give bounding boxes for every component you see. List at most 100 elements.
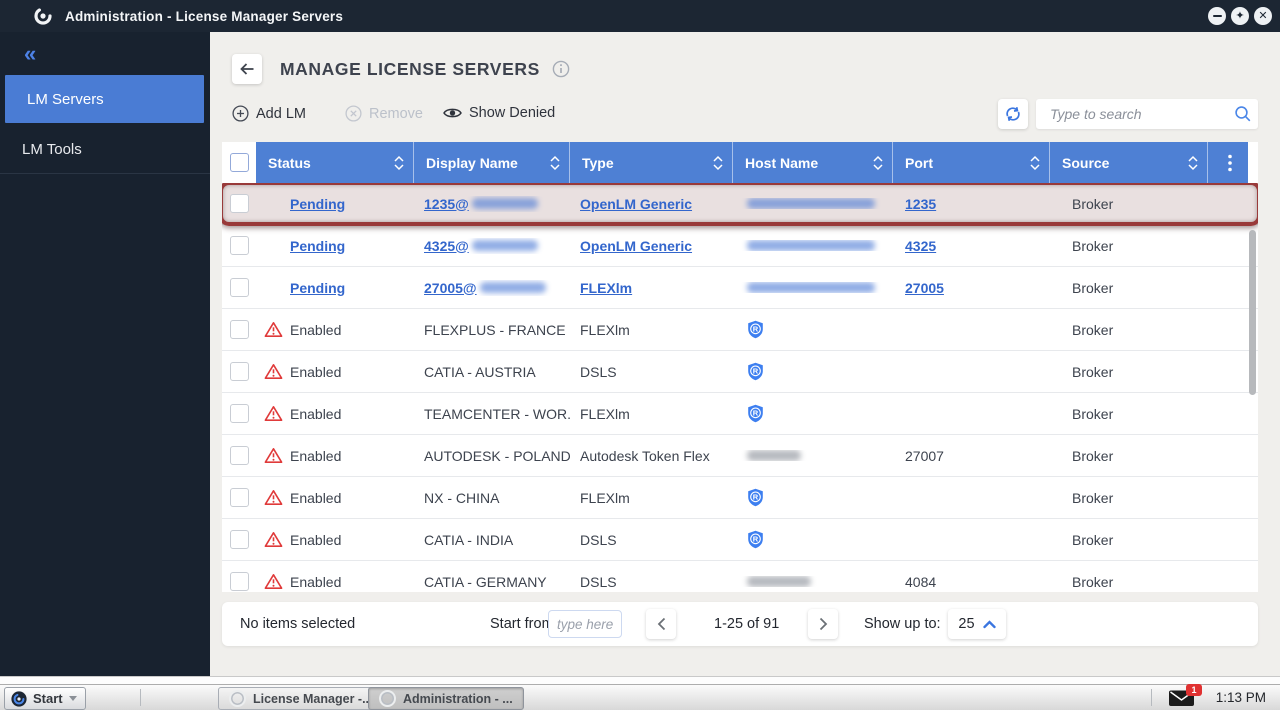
taskbar-divider [140,689,141,706]
column-header-display-name[interactable]: Display Name [414,142,570,183]
table-row[interactable]: Enabled CATIA - INDIA DSLS R Broker [222,519,1258,561]
source-cell: Broker [1050,490,1208,506]
warning-icon [264,363,290,380]
show-denied-button[interactable]: Show Denied [443,105,555,121]
mail-notification-icon[interactable]: 1 [1168,688,1195,710]
row-checkbox[interactable] [230,278,249,297]
previous-page-button[interactable] [646,609,676,639]
svg-text:R: R [753,367,759,376]
type-text: FLEXlm [580,406,630,422]
display-name-cell: 1235@ [414,196,570,212]
next-page-button[interactable] [808,609,838,639]
display-name-text[interactable]: 1235@ [424,196,469,212]
sort-icon [1030,155,1040,171]
page-size-dropdown[interactable]: 25 [948,609,1006,639]
display-name-cell: NX - CHINA [414,490,570,506]
row-checkbox[interactable] [230,236,249,255]
column-header-host-name[interactable]: Host Name [733,142,893,183]
type-text[interactable]: FLEXlm [580,280,632,296]
row-checkbox-cell [222,404,256,423]
add-lm-button[interactable]: Add LM [232,105,306,122]
row-checkbox[interactable] [230,320,249,339]
display-name-text: CATIA - GERMANY [424,574,547,590]
type-text: Autodesk Token Flex [580,448,710,464]
port-text[interactable]: 27005 [905,280,944,296]
status-cell: Enabled [256,489,414,506]
table-row[interactable]: Pending 27005@ FLEXlm 27005 Broker [222,267,1258,309]
status-text: Enabled [290,490,341,506]
row-checkbox[interactable] [230,194,249,213]
port-text: 27007 [905,448,944,464]
row-checkbox[interactable] [230,530,249,549]
refresh-button[interactable] [998,99,1028,129]
column-header-source[interactable]: Source [1050,142,1208,183]
mail-badge: 1 [1186,684,1202,696]
chevron-up-icon [983,620,996,629]
status-cell: Enabled [256,447,414,464]
sort-icon [1188,155,1198,171]
sidebar-item-lm-tools[interactable]: LM Tools [0,125,210,173]
sidebar-collapse-icon[interactable]: « [24,41,36,67]
search-input[interactable] [1048,105,1234,123]
column-header-type[interactable]: Type [570,142,733,183]
port-text[interactable]: 4325 [905,238,936,254]
type-text[interactable]: OpenLM Generic [580,238,692,254]
start-button[interactable]: Start [4,687,86,710]
taskbar-item-license-manager[interactable]: License Manager -... [218,687,383,710]
status-text[interactable]: Pending [290,280,345,296]
display-name-text[interactable]: 27005@ [424,280,477,296]
lm-servers-table: Status Display Name Type Host Name Port … [222,142,1258,592]
table-row[interactable]: Enabled TEAMCENTER - WOR... FLEXlm R Bro… [222,393,1258,435]
display-name-text: CATIA - AUSTRIA [424,364,536,380]
columns-menu-kebab-icon[interactable] [1208,142,1248,183]
info-icon[interactable] [552,60,570,78]
type-text: DSLS [580,364,617,380]
source-cell: Broker [1050,574,1208,590]
sidebar-divider [0,173,210,174]
chevron-right-icon [819,617,828,631]
status-text[interactable]: Pending [290,196,345,212]
type-text[interactable]: OpenLM Generic [580,196,692,212]
window-titlebar: Administration - License Manager Servers… [0,0,1280,32]
warning-icon [264,573,290,590]
host-name-cell [733,576,893,587]
table-row[interactable]: Enabled FLEXPLUS - FRANCE FLEXlm R Broke… [222,309,1258,351]
row-checkbox-cell [222,194,256,213]
row-checkbox[interactable] [230,446,249,465]
sidebar-item-lm-servers[interactable]: LM Servers [5,75,204,123]
table-row[interactable]: Enabled CATIA - AUSTRIA DSLS R Broker [222,351,1258,393]
back-button[interactable] [232,54,262,84]
maximize-icon[interactable]: ✦ [1231,7,1249,25]
table-row[interactable]: Enabled AUTODESK - POLAND Autodesk Token… [222,435,1258,477]
start-caret-icon [69,696,77,701]
type-cell: FLEXlm [570,490,733,506]
column-header-port[interactable]: Port [893,142,1050,183]
table-row[interactable]: Enabled NX - CHINA FLEXlm R Broker [222,477,1258,519]
table-row[interactable]: Pending 4325@ OpenLM Generic 4325 Broker [222,225,1258,267]
vertical-scrollbar-thumb[interactable] [1249,230,1256,395]
remote-shield-icon: R [747,362,764,381]
remove-label: Remove [369,106,423,122]
status-text[interactable]: Pending [290,238,345,254]
row-checkbox[interactable] [230,572,249,591]
taskbar-item-administration[interactable]: Administration - ... [368,687,524,710]
svg-text:R: R [753,409,759,418]
status-cell: Pending [256,195,414,212]
row-checkbox-cell [222,488,256,507]
minimize-icon[interactable] [1208,7,1226,25]
close-icon[interactable]: ✕ [1254,7,1272,25]
table-row[interactable]: Pending 1235@ OpenLM Generic 1235 Broker [222,183,1258,225]
table-row[interactable]: Enabled CATIA - GERMANY DSLS 4084 Broker [222,561,1258,592]
sort-icon [550,155,560,171]
start-from-input[interactable] [548,610,622,638]
source-text: Broker [1072,490,1113,506]
remove-button[interactable]: Remove [345,105,423,122]
port-text[interactable]: 1235 [905,196,936,212]
select-all-checkbox[interactable] [230,153,249,172]
display-name-text[interactable]: 4325@ [424,238,469,254]
row-checkbox[interactable] [230,488,249,507]
row-checkbox[interactable] [230,362,249,381]
column-header-status[interactable]: Status [256,142,414,183]
table-header: Status Display Name Type Host Name Port … [222,142,1258,183]
row-checkbox[interactable] [230,404,249,423]
